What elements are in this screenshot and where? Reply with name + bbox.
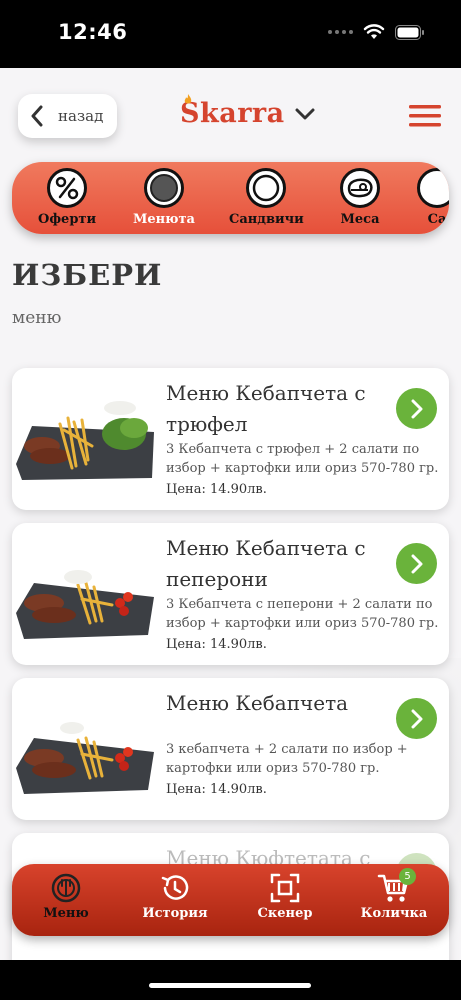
category-label: Оферти (38, 212, 97, 227)
item-price: Цена: 14.90лв. (166, 782, 267, 797)
category-label: Са (427, 212, 447, 227)
chevron-right-icon (411, 554, 422, 573)
food-photo (16, 570, 154, 639)
category-salads[interactable]: Са (417, 168, 449, 227)
category-label: Менюта (133, 212, 195, 227)
percent-icon (47, 168, 88, 208)
back-label: назад (58, 107, 104, 125)
nav-cart[interactable]: 5 Количка (349, 868, 439, 921)
nav-scanner[interactable]: Скенер (240, 872, 330, 921)
food-photo (16, 722, 154, 794)
status-icons (328, 24, 425, 40)
food-photo (16, 401, 154, 480)
home-indicator[interactable] (149, 983, 311, 988)
menu-item-card[interactable]: Меню Кебапчета 3 кебапчета + 2 салати по… (12, 678, 449, 820)
nav-label: Меню (43, 906, 89, 921)
category-meat[interactable]: Меса (340, 168, 380, 227)
chevron-down-icon (295, 108, 315, 119)
category-menus[interactable]: Менюта (133, 168, 195, 227)
menu-icon (51, 873, 81, 903)
status-time: 12:46 (58, 20, 128, 44)
category-sandwiches[interactable]: Сандвичи (229, 168, 304, 227)
salad-icon (417, 168, 449, 208)
item-title: Меню Кебапчета с трюфел (166, 381, 366, 436)
nav-label: История (142, 906, 208, 921)
nav-history[interactable]: История (130, 872, 220, 921)
category-label: Сандвичи (229, 212, 304, 227)
item-description: 3 Кебапчета с пеперони + 2 салати по изб… (166, 597, 439, 631)
logo-text: Skarra (180, 98, 285, 129)
bottom-navigation: Меню История Скенер 5 Количка (12, 864, 449, 936)
scanner-icon (270, 873, 300, 903)
category-bar: Оферти Менюта Сандвичи Меса Са (12, 162, 449, 234)
nav-menu[interactable]: Меню (21, 872, 111, 921)
item-title: Меню Кебапчета (166, 691, 349, 715)
hamburger-menu-icon[interactable] (409, 104, 441, 128)
chevron-left-icon (31, 105, 43, 127)
cart-count-badge: 5 (399, 868, 416, 885)
history-icon (161, 875, 189, 900)
system-bottom-bar (0, 960, 461, 1000)
wifi-icon (363, 24, 385, 39)
category-label: Меса (340, 212, 380, 227)
nav-label: Количка (360, 906, 428, 921)
app-screen: назад Skarra Оферти Менюта Сандвичи Меса… (0, 68, 461, 960)
nav-label: Скенер (257, 906, 313, 921)
status-bar: 12:46 (0, 0, 461, 68)
menu-item-card[interactable]: Меню Кебапчета с трюфел 3 Кебапчета с тр… (12, 368, 449, 510)
item-description: 3 Кебапчета с трюфел + 2 салати по избор… (166, 442, 439, 476)
go-button[interactable] (396, 698, 437, 739)
brand-logo-switcher[interactable]: Skarra (180, 94, 315, 129)
go-button[interactable] (396, 543, 437, 584)
chevron-right-icon (411, 709, 422, 728)
flame-icon (184, 94, 192, 104)
menu-plate-icon (144, 168, 184, 208)
item-title: Меню Кебапчета с пеперони (166, 536, 366, 591)
item-description: 3 кебапчета + 2 салати по избор + картоф… (166, 742, 408, 776)
page-title: ИЗБЕРИ (12, 258, 163, 292)
page-subtitle: меню (12, 308, 62, 328)
back-button[interactable]: назад (18, 94, 117, 138)
category-offers[interactable]: Оферти (38, 168, 96, 227)
battery-icon (395, 24, 424, 40)
sandwich-icon (246, 168, 287, 208)
cellular-signal-icon (328, 30, 353, 34)
item-price: Цена: 14.90лв. (166, 482, 267, 497)
go-button[interactable] (396, 388, 437, 429)
item-price: Цена: 14.90лв. (166, 637, 267, 652)
menu-item-card[interactable]: Меню Кебапчета с пеперони 3 Кебапчета с … (12, 523, 449, 665)
chevron-right-icon (411, 399, 422, 418)
meat-icon (340, 168, 380, 208)
